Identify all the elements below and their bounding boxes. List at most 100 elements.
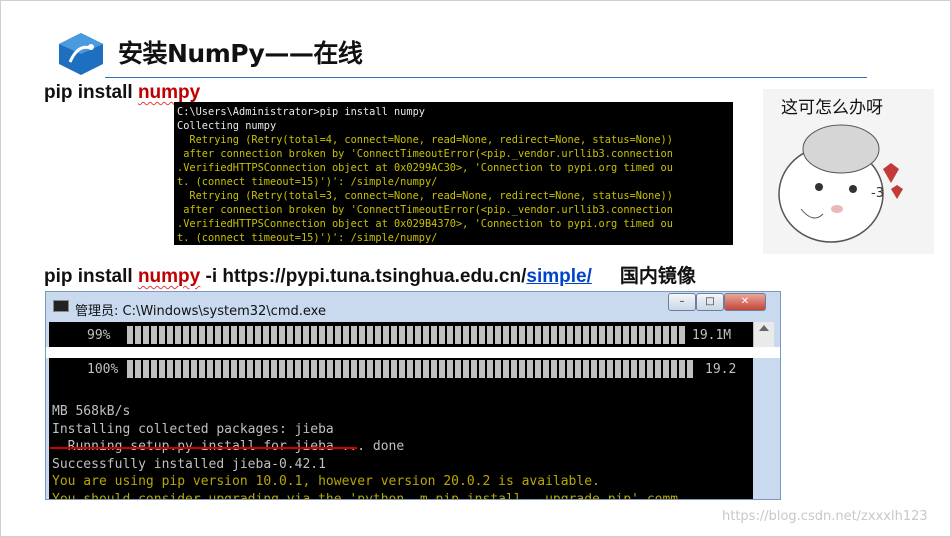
progress-segment xyxy=(415,326,421,344)
progress-segment xyxy=(215,326,221,344)
progress-segment xyxy=(663,326,669,344)
progress-bar xyxy=(127,360,695,378)
progress-segment xyxy=(271,360,277,378)
progress-segment xyxy=(487,326,493,344)
terminal-line: .VerifiedHTTPSConnection object at 0x029… xyxy=(177,162,673,174)
progress-segment xyxy=(615,360,621,378)
progress-segment xyxy=(415,360,421,378)
progress-segment xyxy=(199,326,205,344)
progress-segment xyxy=(407,360,413,378)
progress-segment xyxy=(543,360,549,378)
progress-segment xyxy=(343,360,349,378)
progress-segment xyxy=(663,360,669,378)
progress-segment xyxy=(223,326,229,344)
pip-install-mirror-command: pip install numpy -i https://pypi.tuna.t… xyxy=(44,261,696,288)
progress-percent: 99% xyxy=(87,328,111,343)
mirror-note: 国内镜像 xyxy=(619,266,696,287)
scroll-up-icon[interactable] xyxy=(759,325,769,331)
progress-segment xyxy=(623,360,629,378)
progress-segment xyxy=(639,326,645,344)
progress-segment xyxy=(263,360,269,378)
progress-segment xyxy=(407,326,413,344)
progress-segment xyxy=(191,326,197,344)
progress-segment xyxy=(183,326,189,344)
progress-segment xyxy=(319,360,325,378)
progress-segment xyxy=(167,360,173,378)
meme-caption: 这可怎么办呀 xyxy=(781,98,883,118)
terminal-output-timeout: C:\Users\Administrator>pip install numpy… xyxy=(174,102,733,245)
progress-segment xyxy=(231,326,237,344)
progress-segment xyxy=(311,360,317,378)
progress-segment xyxy=(543,326,549,344)
progress-segment xyxy=(671,326,677,344)
progress-segment xyxy=(239,326,245,344)
minimize-button[interactable]: – xyxy=(668,293,696,311)
close-button[interactable]: ✕ xyxy=(724,293,766,311)
package-name: numpy xyxy=(137,266,201,287)
screenshot-gap xyxy=(46,347,780,358)
terminal-line: t. (connect timeout=15)')': /simple/nump… xyxy=(177,232,438,244)
progress-segment xyxy=(471,360,477,378)
progress-segment xyxy=(279,360,285,378)
progress-segment xyxy=(591,326,597,344)
progress-segment xyxy=(359,326,365,344)
progress-segment xyxy=(279,326,285,344)
progress-segment xyxy=(375,326,381,344)
progress-segment xyxy=(319,326,325,344)
window-controls: – □ ✕ xyxy=(668,293,766,311)
cmd-prefix: pip install xyxy=(44,266,138,287)
progress-segment xyxy=(399,360,405,378)
title-divider xyxy=(105,77,867,78)
progress-segment xyxy=(247,326,253,344)
mirror-url-link[interactable]: simple/ xyxy=(526,266,591,287)
window-title: 管理员: C:\Windows\system32\cmd.exe xyxy=(75,304,326,319)
progress-segment xyxy=(367,326,373,344)
scrollbar[interactable] xyxy=(753,322,774,347)
progress-segment xyxy=(431,326,437,344)
progress-segment xyxy=(615,326,621,344)
progress-segment xyxy=(591,360,597,378)
progress-segment xyxy=(463,326,469,344)
progress-segment xyxy=(631,326,637,344)
progress-segment xyxy=(647,360,653,378)
progress-segment xyxy=(143,360,149,378)
slide-title: 安装NumPy——在线 xyxy=(118,39,363,68)
terminal-line: Collecting numpy xyxy=(177,120,277,132)
progress-segment xyxy=(127,326,133,344)
progress-segment xyxy=(551,326,557,344)
progress-segment xyxy=(519,360,525,378)
progress-segment xyxy=(375,360,381,378)
progress-segment xyxy=(679,326,685,344)
progress-segment xyxy=(351,360,357,378)
progress-segment xyxy=(247,360,253,378)
progress-segment xyxy=(623,326,629,344)
progress-segment xyxy=(519,326,525,344)
progress-segment xyxy=(583,326,589,344)
progress-segment xyxy=(151,326,157,344)
progress-segment xyxy=(159,326,165,344)
progress-segment xyxy=(567,326,573,344)
progress-segment xyxy=(527,360,533,378)
progress-percent: 100% xyxy=(87,362,119,377)
progress-segment xyxy=(423,326,429,344)
progress-segment xyxy=(335,326,341,344)
maximize-button[interactable]: □ xyxy=(696,293,724,311)
progress-bar xyxy=(127,326,687,344)
progress-segment xyxy=(599,360,605,378)
progress-segment xyxy=(607,360,613,378)
progress-segment xyxy=(447,326,453,344)
progress-segment xyxy=(287,326,293,344)
progress-segment xyxy=(447,360,453,378)
progress-segment xyxy=(399,326,405,344)
progress-segment xyxy=(175,326,181,344)
progress-segment xyxy=(599,326,605,344)
progress-segment xyxy=(159,360,165,378)
progress-segment xyxy=(559,360,565,378)
progress-segment xyxy=(143,326,149,344)
progress-segment xyxy=(679,360,685,378)
terminal-line: after connection broken by 'ConnectTimeo… xyxy=(177,204,673,216)
progress-segment xyxy=(207,360,213,378)
progress-segment xyxy=(655,326,661,344)
progress-segment xyxy=(383,360,389,378)
console-line: MB 568kB/s xyxy=(52,404,131,419)
